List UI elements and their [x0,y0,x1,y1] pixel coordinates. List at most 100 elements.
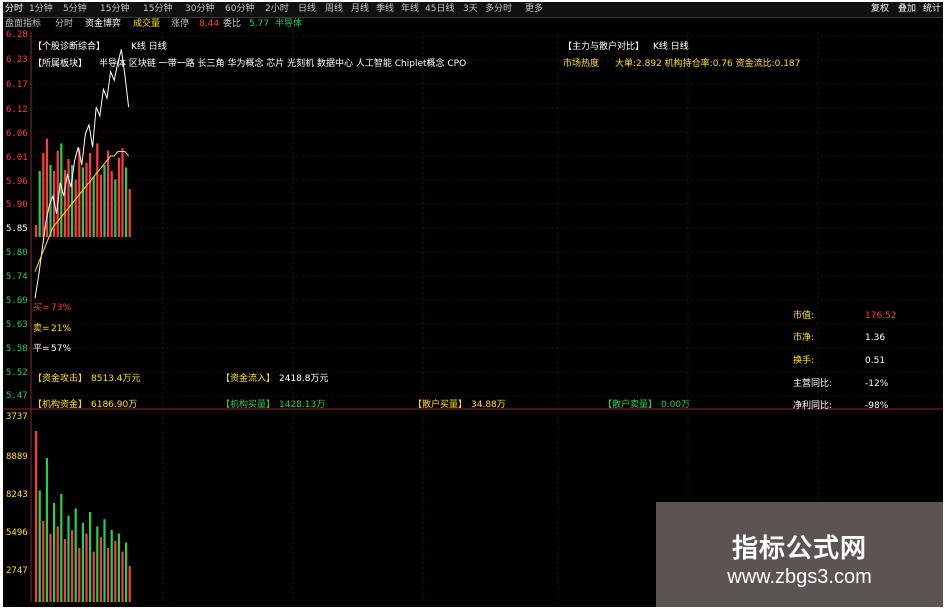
volume-bar [63,539,66,602]
indicator-bar [35,225,38,237]
left-panel-title: 【个股诊断综合】 [33,42,106,52]
volume-bar [121,551,124,602]
sector-list: 半导体 区块链 一带一路 长三角 华为概念 芯片 光刻机 数据中心 人工智能 C… [99,59,467,69]
price-tick: 5.52 [6,368,28,378]
volume-bar [107,548,110,602]
indicator-bar [38,171,41,237]
price-tick: 5.63 [6,320,28,330]
price-tick: 6.17 [6,80,28,90]
volume-bar [56,526,59,602]
volume-bar [103,519,106,602]
indicator-bar [89,153,92,237]
right-panel-sub: K线 日线 [653,42,689,52]
flow-institution-value: 6186.90万 [91,400,138,410]
stat-pb-label: 市净: [793,333,815,343]
volume-bar [42,521,45,602]
volume-bar [71,530,74,602]
indicator-bar [92,177,95,237]
left-panel-sub: K线 日线 [131,42,167,52]
price-tick: 5.69 [6,296,28,306]
volume-bar [35,431,38,602]
flow-inst-buy-label: 【机构买量】 [221,400,276,410]
ratio-buy-label: 买= [33,303,50,313]
indicator-bar [78,148,81,237]
flow-retail-buy-value: 34.88万 [471,400,506,410]
flow-retail-sell-label: 【散户卖量】 [603,400,658,410]
price-tick: 5.90 [6,200,28,210]
stat-profit-yoy-label: 净利同比: [793,401,833,411]
stat-profit-yoy-value: -98% [865,401,889,411]
stat-turnover-label: 换手: [793,356,815,366]
right-panel-title: 【主力与散户对比】 [563,42,645,52]
indicator-bar [42,153,45,237]
volume-bar [114,540,117,602]
volume-tick: 8243 [6,490,28,500]
stat-revenue-yoy-label: 主营同比: [793,379,833,389]
volume-bar [85,533,88,602]
indicator-bar [110,171,113,237]
price-tick: 6.23 [6,55,28,65]
stat-turnover-value: 0.51 [865,356,886,366]
indicator-bar [85,162,88,237]
flow-inst-buy-value: 1428.13万 [279,400,326,410]
volume-bar [45,458,48,602]
flow-retail-sell-value: 0.00万 [661,400,691,410]
volume-bar [49,533,52,602]
volume-bar [38,490,41,602]
volume-bar [96,526,99,602]
market-heat-values: 大单:2.892 机构持仓率:0.76 资金流比:0.187 [615,59,801,69]
indicator-bar [67,159,70,237]
price-tick: 5.47 [6,391,28,401]
indicator-bar [128,189,131,237]
volume-bar [60,494,63,602]
volume-bar [53,503,56,602]
volume-bar [125,542,128,602]
volume-bar [89,512,92,602]
volume-bar [78,548,81,602]
indicator-bar [74,179,77,237]
volume-bar [81,522,84,602]
price-tick: 6.06 [6,129,28,139]
flow-inflow-label: 【资金流入】 [221,374,276,384]
volume-tick: 8889 [6,452,28,462]
ratio-sell-value: 21% [51,324,72,334]
indicator-bar [63,169,66,237]
ratio-sell-label: 卖= [33,324,50,334]
volume-bar [128,566,131,602]
price-tick: 5.58 [6,344,28,354]
indicator-bar [81,167,84,237]
indicator-bar [99,174,102,237]
ratio-flat-label: 平= [33,344,50,354]
volume-tick: 3737 [6,412,28,422]
indicator-bar [117,157,120,237]
price-tick: 6.12 [6,105,28,115]
market-heat-label: 市场热度 [563,59,600,69]
site-watermark: 指标公式网 www.zbgs3.com [656,502,943,607]
flow-institution-label: 【机构资金】 [33,400,88,410]
indicator-bar [96,143,99,237]
price-tick: 5.74 [6,272,28,282]
volume-bar [110,530,113,602]
watermark-title: 指标公式网 [731,534,867,564]
indicator-bar [107,150,110,237]
volume-bar [92,551,95,602]
stat-market-cap-label: 市值: [793,311,815,321]
indicator-bar [114,179,117,237]
volume-bar [74,508,77,602]
indicator-bar [103,165,106,237]
volume-bar [67,515,70,602]
watermark-url: www.zbgs3.com [727,566,872,588]
price-tick: 5.80 [6,248,28,258]
price-tick: 6.01 [6,153,28,163]
flow-inflow-value: 2418.8万元 [279,374,329,384]
sector-label: 【所属板块】 [33,59,88,69]
chart-window: 分时 1分钟 5分钟 15分钟 15分钟 30分钟 60分钟 2小时 日线 周线… [3,2,943,607]
ratio-buy-value: 73% [51,303,72,313]
volume-bar [117,533,120,602]
flow-retail-buy-label: 【散户买量】 [413,400,468,410]
stat-pb-value: 1.36 [865,333,886,343]
volume-bar [99,537,102,602]
indicator-bar [121,148,124,237]
flow-attack-label: 【资金攻击】 [33,374,88,384]
price-tick: 5.96 [6,177,28,187]
